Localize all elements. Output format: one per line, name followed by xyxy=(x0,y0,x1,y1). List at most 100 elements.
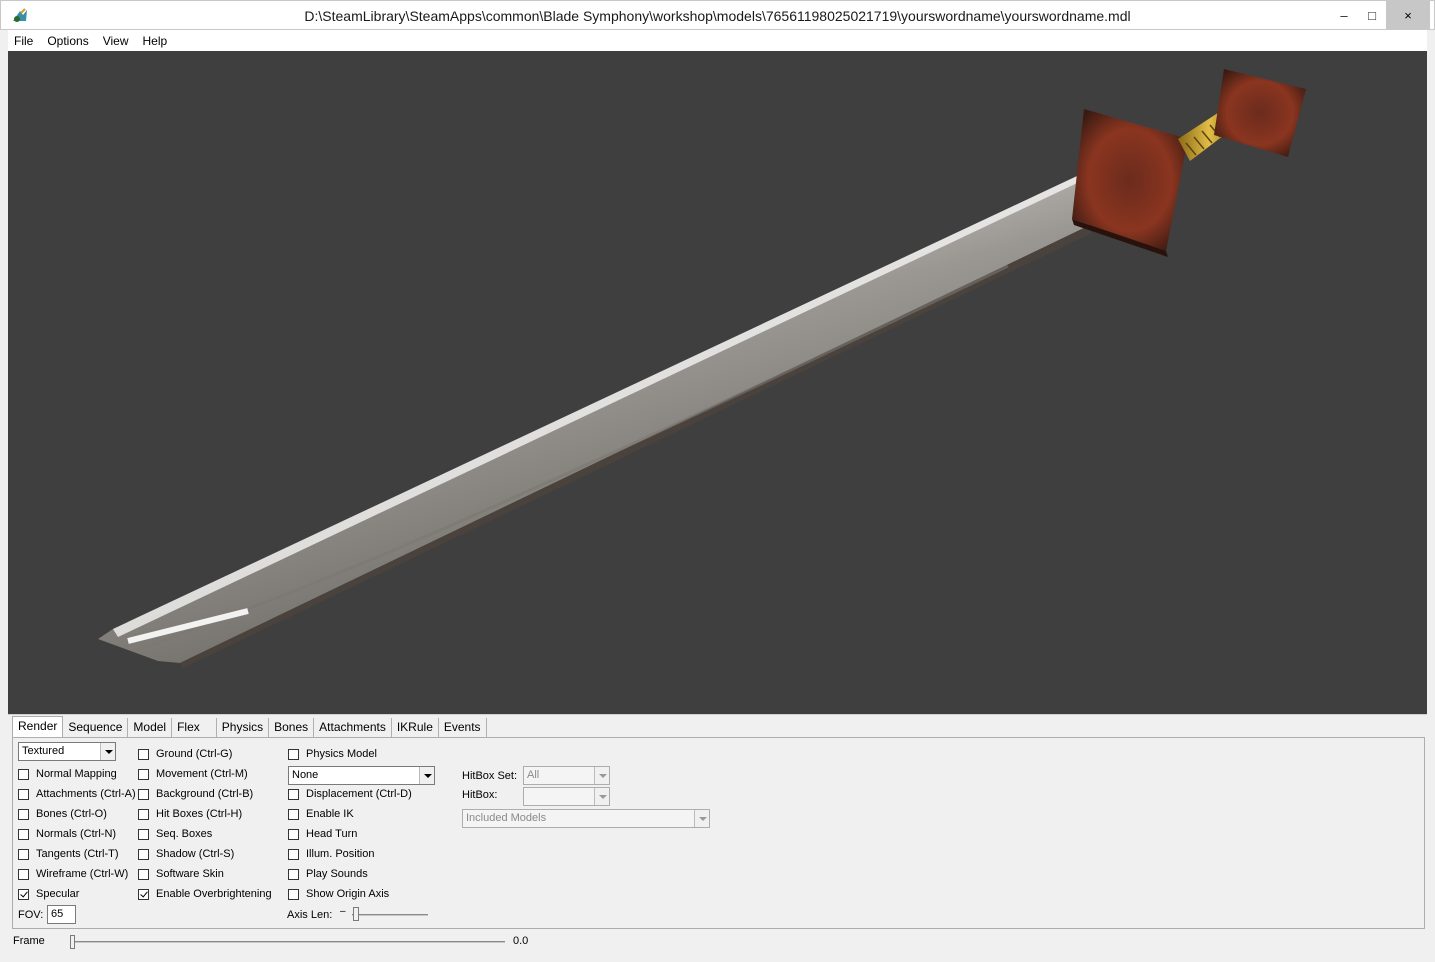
frame-slider-thumb[interactable] xyxy=(70,935,75,949)
render-col3-checkbox-1[interactable]: Enable IK xyxy=(288,806,354,822)
render-col3-checkbox-5[interactable]: Show Origin Axis xyxy=(288,886,389,902)
checkbox-box xyxy=(18,788,29,800)
render-col2-checkbox-2[interactable]: Background (Ctrl-B) xyxy=(138,786,253,802)
fov-label: FOV: xyxy=(18,909,44,921)
render-col3-label-5: Show Origin Axis xyxy=(306,888,390,900)
tab-physics[interactable]: Physics xyxy=(217,718,270,737)
render-col2-checkbox-1[interactable]: Movement (Ctrl-M) xyxy=(138,766,248,782)
checkbox-box xyxy=(18,828,29,840)
render-col3-label-0: Displacement (Ctrl-D) xyxy=(306,788,412,800)
tab-bones[interactable]: Bones xyxy=(269,718,315,737)
hitbox-select[interactable] xyxy=(523,787,610,806)
render-col2-checkbox-3[interactable]: Hit Boxes (Ctrl-H) xyxy=(138,806,242,822)
chevron-down-icon xyxy=(419,767,434,784)
checkbox-box xyxy=(138,888,149,900)
axis-len-track[interactable] xyxy=(352,914,428,916)
hitbox-set-select[interactable]: All xyxy=(523,766,610,785)
render-col2-label-2: Background (Ctrl-B) xyxy=(156,788,254,800)
tab-sequence[interactable]: Sequence xyxy=(63,718,129,737)
sword-guard xyxy=(1072,109,1188,257)
frame-bar: Frame 0.0 xyxy=(8,932,1427,954)
sword-pommel xyxy=(1214,69,1306,157)
control-panel: Render Sequence Model Flex Physics Bones… xyxy=(8,714,1427,932)
menu-options[interactable]: Options xyxy=(47,34,88,48)
fov-input[interactable]: 65 xyxy=(47,905,76,924)
checkbox-box xyxy=(18,888,29,900)
physics-select[interactable]: None xyxy=(288,766,435,785)
chevron-down-icon xyxy=(694,810,709,827)
included-models-select[interactable]: Included Models xyxy=(462,809,710,828)
render-col3-checkbox-2[interactable]: Head Turn xyxy=(288,826,357,842)
render-col3-label-3: Illum. Position xyxy=(306,848,375,860)
checkbox-box xyxy=(288,848,299,860)
render-tab-content: Textured Normal Mapping Attachments (Ctrl… xyxy=(12,737,1425,929)
tab-ikrule[interactable]: IKRule xyxy=(392,718,439,737)
physics-model-checkbox[interactable]: Physics Model xyxy=(288,746,377,762)
checkbox-box xyxy=(18,868,29,880)
render-mode-select[interactable]: Textured xyxy=(18,742,116,761)
tab-model[interactable]: Model xyxy=(128,718,173,737)
render-col2-checkbox-4[interactable]: Seq. Boxes xyxy=(138,826,212,842)
menu-view[interactable]: View xyxy=(103,34,129,48)
checkbox-box xyxy=(18,848,29,860)
render-col3-label-2: Head Turn xyxy=(306,828,358,840)
maximize-icon[interactable]: □ xyxy=(1357,1,1387,29)
render-col1-label-1: Attachments (Ctrl-A) xyxy=(36,788,136,800)
render-col2-label-6: Software Skin xyxy=(156,868,224,880)
render-col1-label-5: Wireframe (Ctrl-W) xyxy=(36,868,129,880)
render-col1-label-2: Bones (Ctrl-O) xyxy=(36,808,107,820)
checkbox-box xyxy=(288,888,299,900)
checkbox-box xyxy=(288,788,299,800)
render-col1-checkbox-4[interactable]: Tangents (Ctrl-T) xyxy=(18,846,119,862)
hitbox-set-label: HitBox Set: xyxy=(462,770,518,782)
render-col3-checkbox-4[interactable]: Play Sounds xyxy=(288,866,368,882)
tab-render[interactable]: Render xyxy=(12,716,64,737)
hitbox-set-value: All xyxy=(527,769,540,781)
render-col2-label-1: Movement (Ctrl-M) xyxy=(156,768,248,780)
minimize-icon[interactable]: – xyxy=(1329,1,1359,29)
render-col1-label-3: Normals (Ctrl-N) xyxy=(36,828,117,840)
menu-help[interactable]: Help xyxy=(143,34,168,48)
render-col1-checkbox-3[interactable]: Normals (Ctrl-N) xyxy=(18,826,116,842)
render-col2-label-0: Ground (Ctrl-G) xyxy=(156,748,233,760)
checkbox-box xyxy=(138,868,149,880)
render-col1-label-4: Tangents (Ctrl-T) xyxy=(36,848,119,860)
sword-model xyxy=(98,69,1306,668)
render-col2-checkbox-0[interactable]: Ground (Ctrl-G) xyxy=(138,746,232,762)
tab-strip: Render Sequence Model Flex Physics Bones… xyxy=(12,716,487,738)
model-viewport[interactable] xyxy=(8,51,1427,714)
frame-slider-track[interactable] xyxy=(72,941,505,943)
physics-model-label: Physics Model xyxy=(306,748,377,760)
render-col2-checkbox-5[interactable]: Shadow (Ctrl-S) xyxy=(138,846,234,862)
checkbox-box xyxy=(288,748,299,760)
render-col1-checkbox-6[interactable]: Specular xyxy=(18,886,79,902)
checkbox-box xyxy=(138,828,149,840)
tab-attachments[interactable]: Attachments xyxy=(314,718,392,737)
chevron-down-icon xyxy=(594,767,609,784)
tab-events[interactable]: Events xyxy=(439,718,487,737)
render-col2-label-3: Hit Boxes (Ctrl-H) xyxy=(156,808,243,820)
checkbox-box xyxy=(288,868,299,880)
render-col2-checkbox-7[interactable]: Enable Overbrightening xyxy=(138,886,272,902)
menu-file[interactable]: File xyxy=(14,34,33,48)
tab-flex[interactable]: Flex xyxy=(172,718,217,737)
render-col1-checkbox-0[interactable]: Normal Mapping xyxy=(18,766,117,782)
checkbox-box xyxy=(138,848,149,860)
render-col3-checkbox-0[interactable]: Displacement (Ctrl-D) xyxy=(288,786,412,802)
checkbox-box xyxy=(138,788,149,800)
axis-len-thumb[interactable] xyxy=(353,907,359,921)
menu-bar: File Options View Help xyxy=(8,30,1427,51)
title-bar: D:\SteamLibrary\SteamApps\common\Blade S… xyxy=(0,0,1435,30)
render-col3-label-4: Play Sounds xyxy=(306,868,368,880)
render-col3-checkbox-3[interactable]: Illum. Position xyxy=(288,846,374,862)
render-col1-checkbox-5[interactable]: Wireframe (Ctrl-W) xyxy=(18,866,128,882)
included-models-value: Included Models xyxy=(466,812,547,824)
render-col1-checkbox-2[interactable]: Bones (Ctrl-O) xyxy=(18,806,107,822)
checkbox-box xyxy=(138,768,149,780)
close-icon[interactable]: × xyxy=(1386,1,1430,29)
sword-blade xyxy=(98,153,1132,668)
chevron-down-icon xyxy=(100,743,115,760)
render-col2-checkbox-6[interactable]: Software Skin xyxy=(138,866,224,882)
checkbox-box xyxy=(288,808,299,820)
render-col1-checkbox-1[interactable]: Attachments (Ctrl-A) xyxy=(18,786,136,802)
